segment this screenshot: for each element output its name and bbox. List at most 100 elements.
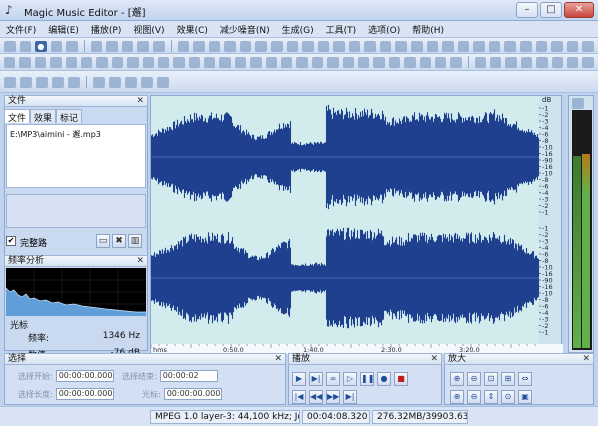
close-icon[interactable]: ✕ <box>430 354 438 364</box>
menu-edit[interactable]: 编辑(E) <box>42 21 85 37</box>
close-icon[interactable]: ✕ <box>136 256 144 266</box>
menu-file[interactable]: 文件(F) <box>0 21 42 37</box>
tool-icon[interactable] <box>342 56 354 68</box>
menu-help[interactable]: 帮助(H) <box>406 21 450 37</box>
effect-icon[interactable] <box>208 40 221 52</box>
redo-icon[interactable] <box>153 40 165 52</box>
zoom-fit-icon[interactable]: ▣ <box>518 390 532 404</box>
rewind-icon[interactable]: ◀◀ <box>309 390 323 404</box>
menu-tools[interactable]: 工具(T) <box>320 21 363 37</box>
close-icon[interactable]: ✕ <box>136 96 144 106</box>
tool-icon[interactable] <box>234 56 247 68</box>
tool-icon[interactable] <box>582 56 594 68</box>
play-to-end-icon[interactable]: ▶| <box>309 372 323 386</box>
tool-icon[interactable] <box>327 56 339 68</box>
save-icon[interactable] <box>50 40 63 52</box>
tool-icon[interactable] <box>96 56 108 68</box>
loop-icon[interactable]: ∞ <box>326 372 340 386</box>
tool-icon[interactable] <box>388 56 401 68</box>
waveform-svg[interactable]: dB-1-2-3-4-6-8-10-16-90-16-10-8-6-4-3-2-… <box>151 96 563 354</box>
effect-icon[interactable] <box>379 40 392 52</box>
close-icon[interactable]: ✕ <box>582 354 590 364</box>
view-icon[interactable] <box>52 76 64 88</box>
view-icon[interactable] <box>157 76 169 88</box>
effect-icon[interactable] <box>535 40 548 52</box>
zoom-out-icon[interactable]: ⊖ <box>467 372 481 386</box>
tool-icon[interactable] <box>296 56 308 68</box>
tool-icon[interactable] <box>520 56 533 68</box>
menu-options[interactable]: 选项(O) <box>362 21 406 37</box>
view-icon[interactable] <box>36 76 48 88</box>
view-icon[interactable] <box>141 76 153 88</box>
record-icon[interactable]: ● <box>377 372 391 386</box>
menu-generate[interactable]: 生成(G) <box>276 21 320 37</box>
copy-icon[interactable] <box>106 40 118 52</box>
effect-icon[interactable] <box>426 40 439 52</box>
zoom-out-vertical-icon[interactable]: ⊖ <box>467 390 481 404</box>
effect-icon[interactable] <box>302 40 314 52</box>
effect-icon[interactable] <box>317 40 330 52</box>
effect-icon[interactable] <box>193 40 205 52</box>
effect-icon[interactable] <box>566 40 579 52</box>
effect-icon[interactable] <box>551 40 563 52</box>
effect-icon[interactable] <box>270 40 283 52</box>
folder-icon[interactable]: ▭ <box>96 234 110 248</box>
tool-icon[interactable] <box>281 56 293 68</box>
tool-icon[interactable] <box>474 56 487 68</box>
tool-icon[interactable] <box>419 56 431 68</box>
tool-icon[interactable] <box>250 56 262 68</box>
tool-icon[interactable] <box>373 56 385 68</box>
tool-icon[interactable] <box>173 56 185 68</box>
go-start-icon[interactable]: |◀ <box>292 390 306 404</box>
close-button[interactable]: ✕ <box>564 2 594 18</box>
tab-effects[interactable]: 效果 <box>30 109 57 124</box>
zoom-vertical-icon[interactable]: ⇕ <box>484 390 498 404</box>
full-path-checkbox[interactable]: ✔ <box>6 236 16 246</box>
tool-icon[interactable] <box>450 56 462 68</box>
view-icon[interactable] <box>68 76 80 88</box>
maximize-button[interactable]: □ <box>540 2 562 18</box>
effect-icon[interactable] <box>348 40 361 52</box>
tool-icon[interactable] <box>551 56 564 68</box>
minimize-button[interactable]: – <box>516 2 538 18</box>
effect-icon[interactable] <box>333 40 345 52</box>
stop-icon[interactable]: ■ <box>394 372 408 386</box>
tab-markers[interactable]: 标记 <box>56 109 83 124</box>
zoom-in-vertical-icon[interactable]: ⊕ <box>450 390 464 404</box>
record-icon[interactable]: ● <box>35 40 47 52</box>
effect-icon[interactable] <box>519 40 532 52</box>
tool-icon[interactable] <box>434 56 447 68</box>
zoom-full-icon[interactable]: ⊡ <box>484 372 498 386</box>
menu-view[interactable]: 视图(V) <box>127 21 170 37</box>
tool-icon[interactable] <box>19 56 31 68</box>
tool-icon[interactable] <box>50 56 62 68</box>
effect-icon[interactable] <box>473 40 485 52</box>
cursor-position-input[interactable]: 00:00:00.000 <box>163 388 222 400</box>
tool-icon[interactable] <box>65 56 77 68</box>
zoom-horizontal-icon[interactable]: ⇔ <box>518 372 532 386</box>
tool-icon[interactable] <box>265 56 278 68</box>
effect-icon[interactable] <box>239 40 252 52</box>
tool-icon[interactable] <box>142 56 154 68</box>
zoom-selection-icon[interactable]: ⊞ <box>501 372 515 386</box>
tool-icon[interactable] <box>505 56 517 68</box>
tool-icon[interactable] <box>404 56 416 68</box>
effect-icon[interactable] <box>457 40 470 52</box>
effect-icon[interactable] <box>395 40 407 52</box>
pause-icon[interactable]: ❚❚ <box>360 372 374 386</box>
tool-icon[interactable] <box>80 56 93 68</box>
tool-icon[interactable] <box>157 56 170 68</box>
close-icon[interactable]: ✕ <box>274 354 282 364</box>
new-icon[interactable] <box>4 40 16 52</box>
view-icon[interactable] <box>20 76 32 88</box>
effect-icon[interactable] <box>488 40 501 52</box>
file-list-item[interactable]: E:\MP3\aimini - 邂.mp3 <box>10 129 142 140</box>
zoom-in-icon[interactable]: ⊕ <box>450 372 464 386</box>
open-icon[interactable] <box>19 40 32 52</box>
undo-icon[interactable] <box>137 40 150 52</box>
menu-noise-reduction[interactable]: 减少噪音(N) <box>214 21 276 37</box>
file-list[interactable]: E:\MP3\aimini - 邂.mp3 <box>6 124 146 188</box>
meter-config-icon[interactable] <box>572 98 584 109</box>
tool-icon[interactable] <box>4 56 16 68</box>
tool-icon[interactable] <box>567 56 579 68</box>
